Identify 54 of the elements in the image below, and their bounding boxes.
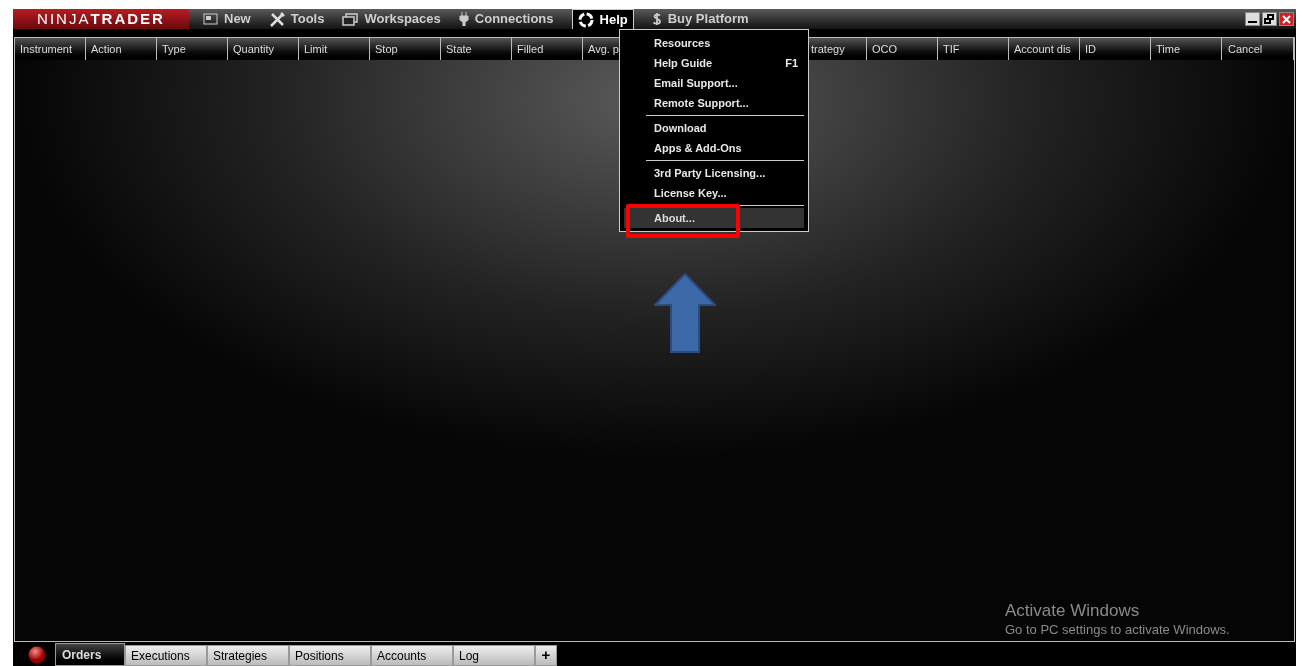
menu-option[interactable]: Remote Support... <box>624 93 804 113</box>
column-header[interactable]: Limit <box>299 38 370 60</box>
menu-item[interactable]: Workspaces <box>342 9 441 29</box>
menu-label[interactable]: Workspaces <box>364 9 441 29</box>
column-header[interactable]: TIF <box>938 38 1009 60</box>
shortcut-label: F1 <box>785 55 798 71</box>
column-header[interactable]: Instrument <box>15 38 86 60</box>
column-header[interactable]: Filled <box>512 38 583 60</box>
menu-item[interactable]: Help <box>571 9 634 29</box>
column-header[interactable]: Cancel <box>1222 38 1294 60</box>
window-icon <box>203 13 218 25</box>
restore-icon[interactable] <box>1262 12 1277 26</box>
column-header[interactable]: Time <box>1151 38 1222 60</box>
activation-title: Activate Windows <box>1005 601 1141 622</box>
activation-text: Go to PC settings to activate Windows. <box>1005 621 1230 640</box>
menu-option[interactable]: Apps & Add-Ons <box>624 138 804 158</box>
menu-option[interactable]: About... <box>624 208 804 228</box>
tab[interactable]: Accounts <box>371 645 453 666</box>
status-light-icon <box>28 645 46 664</box>
tab[interactable]: Orders <box>55 643 125 666</box>
menu-label[interactable]: Connections <box>474 9 554 29</box>
menu-option[interactable]: License Key... <box>624 183 804 203</box>
menu-option[interactable]: Download <box>624 118 804 138</box>
column-header[interactable]: State <box>441 38 512 60</box>
menu-item[interactable]: Tools <box>268 9 325 29</box>
column-header[interactable]: Quantity <box>228 38 299 60</box>
menu-item[interactable]: Connections <box>458 9 554 29</box>
menu-label[interactable]: Tools <box>290 9 325 29</box>
menu-label[interactable]: Help <box>599 9 628 30</box>
menu-option[interactable]: Email Support... <box>624 73 804 93</box>
tab[interactable]: Positions <box>289 645 371 666</box>
tab[interactable]: Strategies <box>207 645 289 666</box>
tools-icon <box>268 11 285 27</box>
minimize-icon[interactable] <box>1245 12 1260 26</box>
column-header[interactable]: Action <box>86 38 157 60</box>
menu-item[interactable]: Buy Platform <box>651 9 749 29</box>
menu-label[interactable]: New <box>224 9 251 29</box>
windows-icon <box>342 12 359 26</box>
close-icon[interactable] <box>1279 12 1294 26</box>
column-header[interactable]: Stop <box>370 38 441 60</box>
plug-icon <box>458 12 469 26</box>
column-header[interactable]: Type <box>157 38 228 60</box>
logo: NINJATRADER <box>13 9 189 29</box>
column-header[interactable]: ID <box>1080 38 1151 60</box>
column-header[interactable]: OCO <box>867 38 938 60</box>
add-tab-button[interactable]: + <box>535 645 557 666</box>
tab[interactable]: Log <box>453 645 535 666</box>
dollar-icon <box>651 12 662 26</box>
menu-item[interactable]: New <box>203 9 251 29</box>
tab[interactable]: Executions <box>125 645 207 666</box>
menu-label[interactable]: Buy Platform <box>667 9 749 29</box>
menu-option[interactable]: 3rd Party Licensing... <box>624 163 804 183</box>
ring-icon <box>577 11 594 28</box>
column-header[interactable]: Account dis <box>1009 38 1080 60</box>
